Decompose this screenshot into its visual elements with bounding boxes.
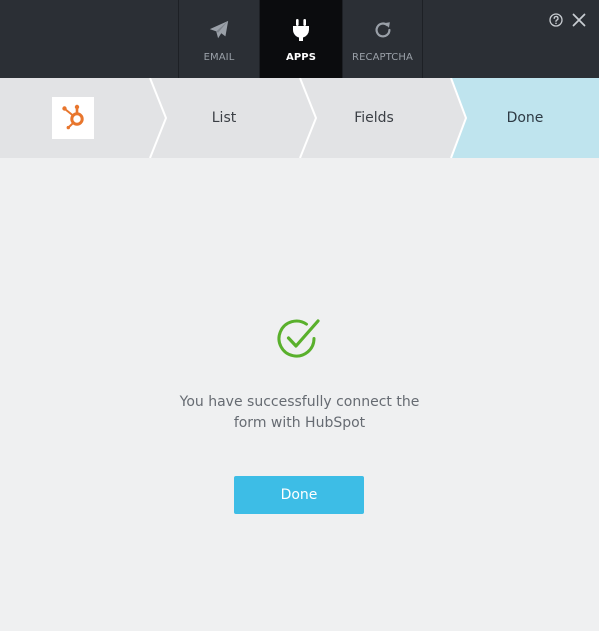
close-icon[interactable] (572, 12, 586, 27)
paper-plane-icon (206, 17, 232, 43)
done-button[interactable]: Done (234, 476, 364, 514)
hubspot-logo-icon (58, 101, 88, 135)
tab-email-label: EMAIL (203, 52, 235, 63)
tab-bar: EMAIL APPS RECAPTCHA (178, 0, 423, 78)
tab-apps-label: APPS (286, 52, 316, 63)
plug-icon (288, 17, 314, 43)
refresh-icon (370, 17, 396, 43)
step-list[interactable]: List (170, 78, 278, 158)
tab-recaptcha[interactable]: RECAPTCHA (342, 0, 423, 78)
tab-apps[interactable]: APPS (259, 0, 342, 78)
step-hubspot[interactable] (52, 97, 94, 139)
success-message-line-1: You have successfully connect the (179, 394, 420, 410)
success-message-line-2: form with HubSpot (233, 415, 366, 431)
tab-email[interactable]: EMAIL (178, 0, 259, 78)
step-done[interactable]: Done (470, 78, 580, 158)
check-circle-icon (274, 316, 322, 364)
tab-recaptcha-label: RECAPTCHA (352, 52, 413, 63)
success-message: You have successfully connect the form w… (150, 392, 449, 434)
step-fields[interactable]: Fields (320, 78, 428, 158)
steps-breadcrumb: List Fields Done (0, 78, 599, 158)
help-icon[interactable] (549, 12, 563, 27)
top-navigation-bar: EMAIL APPS RECAPTCHA (0, 0, 599, 78)
